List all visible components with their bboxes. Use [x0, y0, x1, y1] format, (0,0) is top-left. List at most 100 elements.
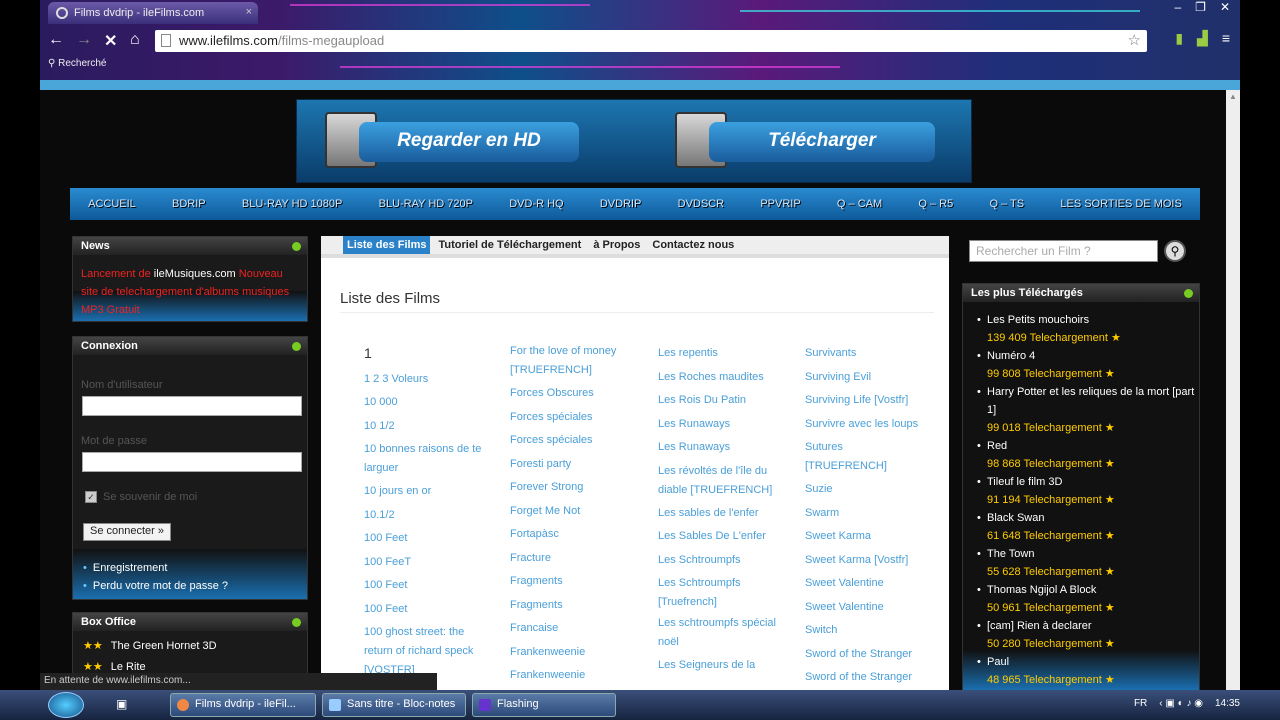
- top-item[interactable]: Paul48 965 Telechargement ★: [977, 653, 1199, 689]
- remember-checkbox[interactable]: ✓: [85, 491, 97, 504]
- film-link[interactable]: Suzie: [805, 478, 923, 502]
- taskbar-item-browser[interactable]: Films dvdrip - ileFil...: [170, 693, 316, 717]
- film-link[interactable]: Les Schtroumpfs: [658, 549, 776, 573]
- home-button[interactable]: ⌂: [130, 31, 140, 49]
- nav-dvdrip[interactable]: DVDRIP: [600, 198, 642, 210]
- nav-bluray-720p[interactable]: BLU-RAY HD 720P: [379, 198, 473, 210]
- login-button[interactable]: Se connecter »: [83, 523, 171, 541]
- film-link[interactable]: Les Rois Du Patin: [658, 389, 776, 413]
- top-item[interactable]: [cam] Rien à declarer50 280 Telechargeme…: [977, 617, 1199, 653]
- signal-icon[interactable]: ▟: [1197, 30, 1208, 47]
- film-link[interactable]: 10.1/2: [364, 504, 482, 528]
- film-link[interactable]: 10 bonnes raisons de te larguer: [364, 440, 482, 478]
- tab-tutoriel[interactable]: Tutoriel de Téléchargement: [434, 236, 585, 254]
- film-link[interactable]: Les Seigneurs de la: [658, 654, 776, 678]
- film-link[interactable]: Francaise: [510, 617, 628, 641]
- boxoffice-item[interactable]: ★★ The Green Hornet 3D: [73, 631, 307, 657]
- top-item[interactable]: Les Petits mouchoirs139 409 Telechargeme…: [977, 311, 1199, 347]
- top-item[interactable]: Red98 868 Telechargement ★: [977, 437, 1199, 473]
- film-link[interactable]: Swarm: [805, 502, 923, 526]
- nav-bluray-1080p[interactable]: BLU-RAY HD 1080P: [242, 198, 342, 210]
- top-item[interactable]: The Town55 628 Telechargement ★: [977, 545, 1199, 581]
- tab-contact[interactable]: Contactez nous: [648, 236, 738, 254]
- bookmark-item[interactable]: Recherché: [58, 58, 106, 69]
- password-field[interactable]: [82, 452, 302, 472]
- nav-bdrip[interactable]: BDRIP: [172, 198, 206, 210]
- film-link[interactable]: Sweet Valentine: [805, 572, 923, 596]
- scrollbar[interactable]: ▲: [1226, 90, 1240, 690]
- film-link[interactable]: 100 Feet: [364, 527, 482, 551]
- taskbar-item-flashing[interactable]: Flashing: [472, 693, 616, 717]
- film-link[interactable]: Sweet Karma: [805, 525, 923, 549]
- film-link[interactable]: Forever Strong: [510, 476, 628, 500]
- film-link[interactable]: 10 000: [364, 391, 482, 415]
- film-link[interactable]: 100 Feet: [364, 574, 482, 598]
- film-link[interactable]: Sutures [TRUEFRENCH]: [805, 438, 923, 476]
- tray-icons[interactable]: ‹ ▣ ◐ ♪ ◉: [1159, 698, 1203, 709]
- film-link[interactable]: Les Sables De L'enfer: [658, 525, 776, 549]
- show-desktop-icon[interactable]: ▣: [116, 697, 127, 711]
- username-field[interactable]: [82, 396, 302, 416]
- nav-q-r5[interactable]: Q – R5: [918, 198, 953, 210]
- top-item[interactable]: Black Swan61 648 Telechargement ★: [977, 509, 1199, 545]
- film-link[interactable]: Forget Me Not: [510, 500, 628, 524]
- film-link[interactable]: 10 1/2: [364, 415, 482, 439]
- film-link[interactable]: Fracture: [510, 547, 628, 571]
- nav-dvdscr[interactable]: DVDSCR: [678, 198, 724, 210]
- film-link[interactable]: Fragments: [510, 570, 628, 594]
- search-input[interactable]: Rechercher un Film ?: [969, 240, 1158, 262]
- film-link[interactable]: Switch: [805, 619, 923, 643]
- film-link[interactable]: Les Runaways: [658, 436, 776, 460]
- register-link[interactable]: Enregistrement: [83, 559, 228, 577]
- film-link[interactable]: 1 2 3 Voleurs: [364, 368, 482, 392]
- film-link[interactable]: Surviving Life [Vostfr]: [805, 389, 923, 413]
- bookmarks-bar[interactable]: ⚲ Recherché: [48, 58, 106, 69]
- top-item[interactable]: Tileuf le film 3D91 194 Telechargement ★: [977, 473, 1199, 509]
- top-item[interactable]: Harry Potter et les reliques de la mort …: [977, 383, 1199, 437]
- film-link[interactable]: Survivre avec les loups: [805, 413, 923, 437]
- browser-tab[interactable]: Films dvdrip - ileFilms.com ×: [48, 2, 258, 24]
- nav-sorties-mois[interactable]: LES SORTIES DE MOIS: [1060, 198, 1181, 210]
- film-link[interactable]: Sword of the Stranger: [805, 666, 923, 690]
- language-indicator[interactable]: FR: [1134, 698, 1147, 709]
- film-link[interactable]: Les sables de l'enfer: [658, 502, 776, 526]
- nav-dvdr-hq[interactable]: DVD-R HQ: [509, 198, 563, 210]
- news-link[interactable]: ileMusiques.com: [154, 268, 236, 280]
- film-link[interactable]: Frankenweenie: [510, 664, 628, 688]
- film-link[interactable]: Les révoltés de l'île du diable [TRUEFRE…: [658, 462, 776, 500]
- film-link[interactable]: For the love of money [TRUEFRENCH]: [510, 342, 628, 380]
- film-link[interactable]: Forces spéciales: [510, 406, 628, 430]
- nav-accueil[interactable]: ACCUEIL: [88, 198, 136, 210]
- film-link[interactable]: Surviving Evil: [805, 366, 923, 390]
- menu-icon[interactable]: ≡: [1222, 30, 1230, 47]
- close-tab-icon[interactable]: ×: [246, 6, 252, 18]
- film-link[interactable]: 100 ghost street: the return of richard …: [364, 623, 482, 680]
- watch-hd-button[interactable]: Regarder en HD: [359, 122, 579, 162]
- address-bar[interactable]: www.ilefilms.com/films-megaupload ☆: [155, 30, 1147, 52]
- extension-icon[interactable]: ▮: [1175, 30, 1183, 47]
- search-icon[interactable]: ⚲: [1164, 240, 1186, 262]
- start-button[interactable]: [48, 692, 84, 718]
- tab-liste-films[interactable]: Liste des Films: [343, 236, 431, 254]
- film-link[interactable]: 100 FeeT: [364, 551, 482, 575]
- top-item[interactable]: Thomas Ngijol A Block50 961 Telechargeme…: [977, 581, 1199, 617]
- restore-button[interactable]: ❐: [1195, 0, 1206, 14]
- film-link[interactable]: Frankenweenie: [510, 641, 628, 665]
- download-button[interactable]: Télécharger: [709, 122, 935, 162]
- film-link[interactable]: Survivants: [805, 342, 923, 366]
- film-link[interactable]: Les schtroumpfs spécial noël: [658, 614, 776, 652]
- film-link[interactable]: Foresti party: [510, 453, 628, 477]
- top-item[interactable]: Numéro 499 808 Telechargement ★: [977, 347, 1199, 383]
- film-link[interactable]: Fragments: [510, 594, 628, 618]
- close-window-button[interactable]: ✕: [1220, 0, 1230, 14]
- film-link[interactable]: Fortapàsc: [510, 523, 628, 547]
- film-link[interactable]: Sword of the Stranger: [805, 643, 923, 667]
- film-link[interactable]: Forces Obscures: [510, 382, 628, 406]
- bookmark-star-icon[interactable]: ☆: [1128, 31, 1141, 49]
- nav-q-cam[interactable]: Q – CAM: [837, 198, 882, 210]
- remember-me[interactable]: ✓ Se souvenir de moi: [85, 491, 197, 504]
- film-link[interactable]: 10 jours en or: [364, 480, 482, 504]
- scroll-up-icon[interactable]: ▲: [1229, 92, 1237, 101]
- film-link[interactable]: Les repentis: [658, 342, 776, 366]
- nav-q-ts[interactable]: Q – TS: [989, 198, 1024, 210]
